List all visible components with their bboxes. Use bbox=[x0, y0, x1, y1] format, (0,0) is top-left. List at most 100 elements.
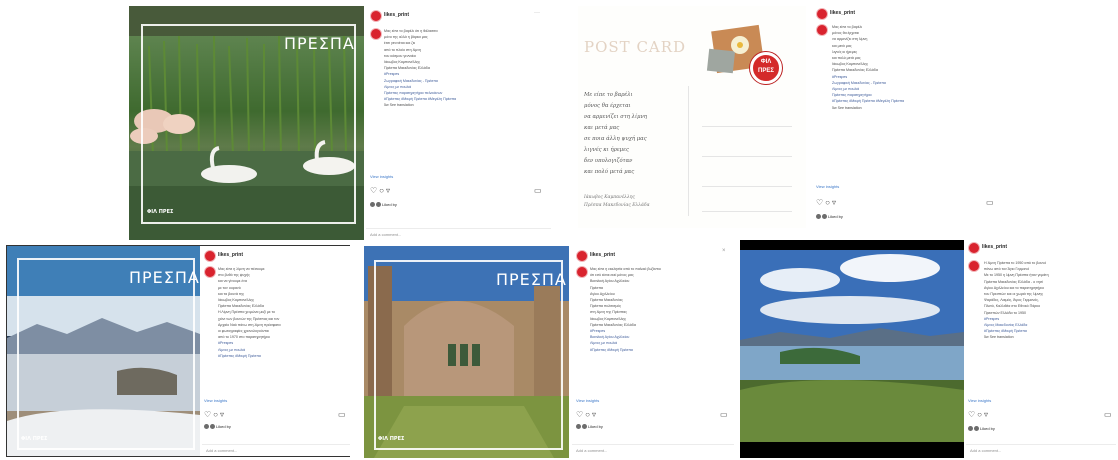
post-side-panel: likes_print Η λίμνη Πρέσπα το 1950 από τ… bbox=[966, 240, 1116, 458]
avatar[interactable] bbox=[576, 250, 588, 262]
likes-text[interactable]: Liked by bbox=[588, 424, 603, 429]
caption: Μας είπε το βαρέλι ότι η θάλασσα μόνο τη… bbox=[384, 28, 544, 109]
caption-avatar[interactable] bbox=[816, 24, 828, 36]
address-line bbox=[702, 211, 792, 212]
likes-row: Liked by bbox=[204, 424, 231, 430]
share-icon[interactable]: ▿ bbox=[592, 410, 598, 419]
post-card-5: likes_print Η λίμνη Πρέσπα το 1950 από τ… bbox=[740, 240, 1116, 458]
comment-input[interactable]: Add a comment... bbox=[966, 444, 1116, 456]
post-side-panel: likes_print ··· Μας είπε το βαρέλι ότι η… bbox=[366, 6, 551, 240]
address-line bbox=[702, 126, 792, 127]
comment-input[interactable]: Add a comment... bbox=[572, 444, 734, 456]
more-dots-icon[interactable]: ··· bbox=[534, 10, 540, 16]
likes-text[interactable]: Liked by bbox=[980, 426, 995, 431]
caption: Μας είπε η εκκλησία από το παλαιό βυζάντ… bbox=[590, 266, 730, 353]
bookmark-icon[interactable]: ▭ bbox=[720, 410, 728, 419]
image-title: ΠΡΕΣΠΑ bbox=[284, 34, 355, 53]
address-line bbox=[702, 156, 792, 157]
share-icon[interactable]: ▿ bbox=[984, 410, 990, 419]
action-icons: ♡○▿ bbox=[968, 410, 990, 419]
bookmark-icon[interactable]: ▭ bbox=[534, 186, 542, 195]
stamp-badge: ΦΙΛ ΠΡΕΣ bbox=[750, 52, 782, 84]
likes-text[interactable]: Liked by bbox=[216, 424, 231, 429]
post-image-pelicans[interactable]: ΠΡΕΣΠΑ ΦΙΛ ΠΡΕΣ bbox=[129, 6, 364, 240]
caption-avatar[interactable] bbox=[968, 260, 980, 272]
post-image-basilica[interactable]: ΠΡΕΣΠΑ ΦΙΛ ΠΡΕΣ bbox=[364, 246, 569, 458]
view-insights-link[interactable]: View insights bbox=[816, 184, 839, 189]
poem-line: δεν υπολογιζόταν bbox=[584, 158, 633, 164]
username[interactable]: likes_print bbox=[982, 244, 1007, 250]
heart-icon[interactable]: ♡ bbox=[816, 198, 825, 207]
action-icons: ♡○▿ bbox=[204, 410, 226, 419]
bookmark-icon[interactable]: ▭ bbox=[1104, 410, 1112, 419]
heart-icon[interactable]: ♡ bbox=[204, 410, 213, 419]
share-icon[interactable]: ▿ bbox=[386, 186, 392, 195]
bookmark-icon[interactable]: ▭ bbox=[986, 198, 994, 207]
heart-icon[interactable]: ♡ bbox=[576, 410, 585, 419]
caption-line: 5w See translation bbox=[984, 335, 1014, 340]
share-icon[interactable]: ▿ bbox=[220, 410, 226, 419]
poem-line: και μετά μας bbox=[584, 125, 620, 131]
caption-avatar[interactable] bbox=[204, 266, 216, 278]
avatar[interactable] bbox=[370, 10, 382, 22]
comment-placeholder: Add a comment... bbox=[576, 448, 608, 453]
post-card-1: ΠΡΕΣΠΑ ΦΙΛ ΠΡΕΣ likes_print ··· Μας είπε… bbox=[129, 6, 551, 240]
username[interactable]: likes_print bbox=[218, 252, 243, 258]
username[interactable]: likes_print bbox=[830, 10, 855, 16]
comment-icon[interactable]: ○ bbox=[379, 186, 386, 195]
heart-icon[interactable]: ♡ bbox=[370, 186, 379, 195]
share-icon[interactable]: ▿ bbox=[832, 198, 838, 207]
image-logo: ΦΙΛ ΠΡΕΣ bbox=[378, 436, 405, 442]
action-icons: ♡○▿ bbox=[816, 198, 838, 207]
comment-icon[interactable]: ○ bbox=[977, 410, 984, 419]
comment-input[interactable]: Add a comment... bbox=[202, 444, 350, 456]
caption: Μας είπε η λίμνη να πέσουμε στο βυθό της… bbox=[218, 266, 346, 359]
likes-text[interactable]: Liked by bbox=[828, 214, 843, 219]
comment-icon[interactable]: ○ bbox=[585, 410, 592, 419]
comment-input[interactable]: Add a comment... bbox=[366, 228, 551, 240]
caption-line[interactable]: #Πρέσπες #Μικρή Πρέσπα bbox=[218, 353, 346, 359]
poem-line: μόνος θα έρχεται bbox=[584, 103, 631, 109]
view-insights-link[interactable]: View insights bbox=[968, 398, 991, 403]
caption-line: 5w See translation bbox=[832, 105, 862, 110]
post-card-4: ΠΡΕΣΠΑ ΦΙΛ ΠΡΕΣ likes_print × Μας είπε η… bbox=[364, 246, 734, 458]
post-card-2: POST CARD ΦΙΛ ΠΡΕΣ Με είπε το βαρέλι μόν… bbox=[578, 6, 998, 228]
view-insights-link[interactable]: View insights bbox=[204, 398, 227, 403]
comment-icon[interactable]: ○ bbox=[825, 198, 832, 207]
avatar[interactable] bbox=[204, 250, 216, 262]
caption-avatar[interactable] bbox=[370, 28, 382, 40]
post-image-postcard[interactable]: POST CARD ΦΙΛ ΠΡΕΣ Με είπε το βαρέλι μόν… bbox=[578, 6, 806, 228]
likes-row: Liked by bbox=[576, 424, 603, 430]
post-image-lake[interactable]: ΠΡΕΣΠΑ ΦΙΛ ΠΡΕΣ bbox=[7, 246, 200, 456]
postcard-poem: Με είπε το βαρέλι μόνος θα έρχεται να αρ… bbox=[584, 90, 647, 178]
heart-icon[interactable]: ♡ bbox=[968, 410, 977, 419]
poem-line: Με είπε το βαρέλι bbox=[584, 92, 633, 98]
caption-line[interactable]: #Πρέσπες #Μικρή Πρέσπα bbox=[590, 347, 730, 353]
image-logo: ΦΙΛ ΠΡΕΣ bbox=[147, 209, 174, 215]
poem-line: σε ποια άλλη ψυχή μας bbox=[584, 136, 647, 142]
view-insights-link[interactable]: View insights bbox=[370, 174, 393, 179]
post-side-panel: likes_print Μας είπε η λίμνη να πέσουμε … bbox=[202, 246, 350, 456]
action-icons: ♡○▿ bbox=[576, 410, 598, 419]
comment-icon[interactable]: ○ bbox=[213, 410, 220, 419]
avatar[interactable] bbox=[968, 242, 980, 254]
bookmark-icon[interactable]: ▭ bbox=[338, 410, 346, 419]
poem-line: να αρμενίζει στη λίμνη bbox=[584, 114, 647, 120]
username[interactable]: likes_print bbox=[384, 12, 409, 18]
landscape-scene bbox=[740, 250, 964, 458]
username[interactable]: likes_print bbox=[590, 252, 615, 258]
caption: Η λίμνη Πρέσπα το 1950 από το βουνό πάνω… bbox=[984, 260, 1114, 341]
image-title: ΠΡΕΣΠΑ bbox=[496, 270, 567, 289]
comment-placeholder: Add a comment... bbox=[206, 448, 238, 453]
signature-line: Ιάκωβος Καμπανέλλης bbox=[584, 195, 635, 200]
likes-text[interactable]: Liked by bbox=[382, 202, 397, 207]
close-icon[interactable]: × bbox=[722, 248, 726, 254]
caption-avatar[interactable] bbox=[576, 266, 588, 278]
stamp-image: ΦΙΛ ΠΡΕΣ bbox=[706, 20, 790, 90]
avatar[interactable] bbox=[816, 8, 828, 20]
view-insights-link[interactable]: View insights bbox=[576, 398, 599, 403]
likes-row: Liked by bbox=[968, 426, 995, 432]
comment-placeholder: Add a comment... bbox=[970, 448, 1002, 453]
post-image-landscape[interactable] bbox=[740, 240, 964, 458]
image-title: ΠΡΕΣΠΑ bbox=[129, 268, 200, 287]
